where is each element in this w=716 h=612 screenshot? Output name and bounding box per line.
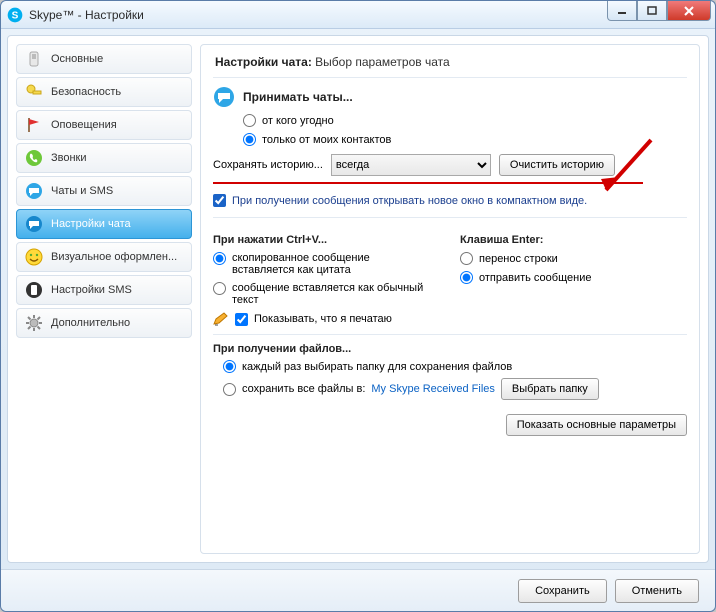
- flag-icon: [25, 116, 43, 134]
- radio-input[interactable]: [243, 133, 256, 146]
- sidebar-item-notifications[interactable]: Оповещения: [16, 110, 192, 140]
- checkbox-input[interactable]: [213, 194, 226, 207]
- key-icon: [25, 83, 43, 101]
- radio-label: перенос строки: [479, 253, 558, 265]
- content-header: Настройки чата: Выбор параметров чата: [213, 51, 687, 78]
- radio-input[interactable]: [213, 282, 226, 295]
- maximize-button[interactable]: [637, 1, 667, 21]
- browse-folder-button[interactable]: Выбрать папку: [501, 378, 599, 400]
- chat-icon: [25, 215, 43, 233]
- radio-files-ask[interactable]: каждый раз выбирать папку для сохранения…: [223, 360, 687, 373]
- radio-input[interactable]: [460, 271, 473, 284]
- history-label: Сохранять историю...: [213, 159, 323, 171]
- sidebar-item-label: Дополнительно: [51, 317, 130, 329]
- radio-label: сообщение вставляется как обычный текст: [232, 282, 432, 306]
- radio-label: сохранить все файлы в:: [242, 383, 365, 395]
- received-files-link[interactable]: My Skype Received Files: [371, 383, 495, 395]
- radio-label: только от моих контактов: [262, 134, 391, 146]
- radio-files-save-row: сохранить все файлы в: My Skype Received…: [223, 378, 687, 400]
- sidebar-item-label: Настройки чата: [51, 218, 131, 230]
- radio-ctrlv-quote[interactable]: скопированное сообщение вставляется как …: [213, 252, 440, 276]
- window-body: Основные Безопасность Оповещения Звонки …: [7, 35, 709, 563]
- sms-icon: [25, 281, 43, 299]
- radio-accept-anyone[interactable]: от кого угодно: [243, 114, 687, 127]
- chat-bubble-icon: [213, 86, 235, 108]
- minimize-button[interactable]: [607, 1, 637, 21]
- radio-files-save[interactable]: [223, 383, 236, 396]
- sidebar-item-sms-settings[interactable]: Настройки SMS: [16, 275, 192, 305]
- radio-input[interactable]: [460, 252, 473, 265]
- sidebar-item-label: Основные: [51, 53, 103, 65]
- footer: Сохранить Отменить: [1, 569, 715, 611]
- radio-label: отправить сообщение: [479, 272, 591, 284]
- content-header-bold: Настройки чата:: [215, 55, 312, 69]
- radio-ctrlv-plain[interactable]: сообщение вставляется как обычный текст: [213, 282, 440, 306]
- sidebar-item-label: Настройки SMS: [51, 284, 132, 296]
- sidebar-item-visual[interactable]: Визуальное оформлен...: [16, 242, 192, 272]
- sidebar-item-chats-sms[interactable]: Чаты и SMS: [16, 176, 192, 206]
- cancel-button[interactable]: Отменить: [615, 579, 699, 603]
- sidebar-item-advanced[interactable]: Дополнительно: [16, 308, 192, 338]
- close-button[interactable]: [667, 1, 711, 21]
- sidebar-item-security[interactable]: Безопасность: [16, 77, 192, 107]
- typing-label: Показывать, что я печатаю: [254, 313, 392, 325]
- radio-input[interactable]: [243, 114, 256, 127]
- sidebar-item-label: Звонки: [51, 152, 87, 164]
- radio-enter-send[interactable]: отправить сообщение: [460, 271, 687, 284]
- sidebar-item-label: Визуальное оформлен...: [51, 251, 177, 263]
- accept-chats-title: Принимать чаты...: [243, 90, 353, 104]
- enter-title: Клавиша Enter:: [460, 234, 687, 246]
- compact-window-check[interactable]: При получении сообщения открывать новое …: [213, 194, 687, 207]
- history-select[interactable]: всегда: [331, 154, 491, 176]
- sidebar-item-label: Безопасность: [51, 86, 121, 98]
- radio-label: каждый раз выбирать папку для сохранения…: [242, 361, 512, 373]
- skype-logo-icon: S: [7, 7, 23, 23]
- radio-label: от кого угодно: [262, 115, 334, 127]
- save-button[interactable]: Сохранить: [518, 579, 607, 603]
- radio-label: скопированное сообщение вставляется как …: [232, 252, 432, 276]
- svg-text:S: S: [12, 10, 19, 21]
- chat-icon: [25, 182, 43, 200]
- radio-input[interactable]: [213, 252, 226, 265]
- clear-history-button[interactable]: Очистить историю: [499, 154, 615, 176]
- content-panel: Настройки чата: Выбор параметров чата Пр…: [200, 44, 700, 554]
- gear-icon: [25, 314, 43, 332]
- sidebar-item-chat-settings[interactable]: Настройки чата: [16, 209, 192, 239]
- files-title: При получении файлов...: [213, 343, 687, 355]
- window-title: Skype™ - Настройки: [29, 8, 144, 22]
- sidebar-item-calls[interactable]: Звонки: [16, 143, 192, 173]
- sidebar-item-label: Оповещения: [51, 119, 117, 131]
- pencil-icon: [213, 312, 229, 326]
- radio-accept-contacts[interactable]: только от моих контактов: [243, 133, 687, 146]
- smiley-icon: [25, 248, 43, 266]
- sidebar-item-label: Чаты и SMS: [51, 185, 113, 197]
- radio-enter-newline[interactable]: перенос строки: [460, 252, 687, 265]
- radio-input[interactable]: [223, 360, 236, 373]
- separator: [213, 334, 687, 335]
- sidebar-item-general[interactable]: Основные: [16, 44, 192, 74]
- separator: [213, 217, 687, 218]
- checkbox-label: При получении сообщения открывать новое …: [232, 195, 587, 207]
- content-header-rest: Выбор параметров чата: [312, 55, 450, 69]
- sidebar: Основные Безопасность Оповещения Звонки …: [16, 44, 192, 554]
- phone-icon: [25, 149, 43, 167]
- ctrlv-title: При нажатии Ctrl+V...: [213, 234, 440, 246]
- typing-checkbox[interactable]: [235, 313, 248, 326]
- show-basic-button[interactable]: Показать основные параметры: [506, 414, 687, 436]
- titlebar[interactable]: S Skype™ - Настройки: [1, 1, 715, 29]
- settings-window: S Skype™ - Настройки Основные Безопаснос…: [0, 0, 716, 612]
- switch-icon: [25, 50, 43, 68]
- annotation-underline: [213, 182, 643, 184]
